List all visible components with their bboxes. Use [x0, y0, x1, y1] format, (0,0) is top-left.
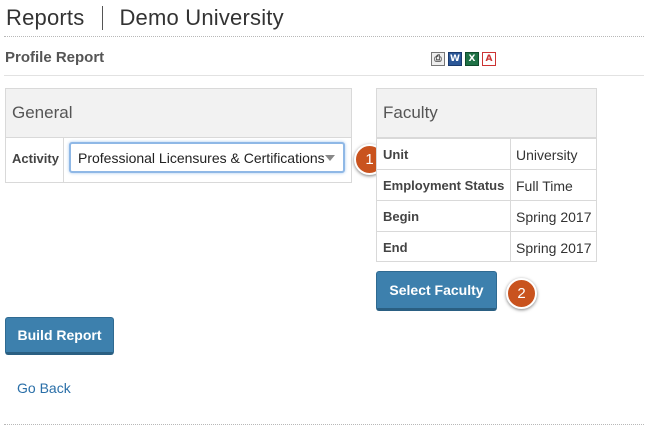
activity-select[interactable]: Professional Licensures & Certifications: [69, 142, 345, 173]
report-title: Profile Report: [5, 49, 105, 66]
section-divider: [4, 75, 644, 76]
faculty-row-unit: Unit University: [377, 138, 596, 169]
faculty-row-label: Unit: [377, 139, 511, 169]
faculty-row-begin: Begin Spring 2017: [377, 200, 596, 231]
organization-title: Demo University: [119, 5, 284, 30]
faculty-heading: Faculty: [377, 89, 596, 138]
activity-label: Activity: [6, 138, 64, 182]
faculty-row-label: Employment Status: [377, 170, 511, 200]
faculty-row-end: End Spring 2017: [377, 231, 596, 262]
faculty-panel: Faculty Unit University Employment Statu…: [376, 88, 597, 262]
build-report-button[interactable]: Build Report: [5, 317, 114, 355]
header-divider-line: [4, 36, 644, 37]
word-icon[interactable]: W: [448, 52, 462, 66]
callout-badge-2: 2: [506, 278, 537, 309]
general-heading: General: [6, 89, 351, 138]
faculty-row-label: Begin: [377, 201, 511, 231]
faculty-row-employment-status: Employment Status Full Time: [377, 169, 596, 200]
faculty-row-value: Spring 2017: [516, 240, 592, 256]
export-toolbar: ⎙ W X A: [431, 52, 496, 66]
faculty-row-value: University: [516, 147, 578, 163]
footer-divider: [4, 424, 644, 425]
faculty-row-value: Spring 2017: [516, 209, 592, 225]
page-header: Reports Demo University: [6, 3, 284, 33]
chevron-down-icon: [325, 154, 335, 161]
activity-select-value: Professional Licensures & Certifications: [78, 149, 325, 166]
general-panel: General Activity Professional Licensures…: [5, 88, 352, 183]
pdf-icon[interactable]: A: [482, 52, 496, 66]
faculty-row-value: Full Time: [516, 178, 573, 194]
print-icon[interactable]: ⎙: [431, 52, 445, 66]
faculty-row-label: End: [377, 232, 511, 262]
activity-row: Activity Professional Licensures & Certi…: [6, 138, 351, 182]
header-divider: [102, 6, 104, 30]
select-faculty-button[interactable]: Select Faculty: [376, 271, 497, 311]
app-title: Reports: [6, 5, 85, 30]
go-back-link[interactable]: Go Back: [17, 380, 71, 396]
excel-icon[interactable]: X: [465, 52, 479, 66]
